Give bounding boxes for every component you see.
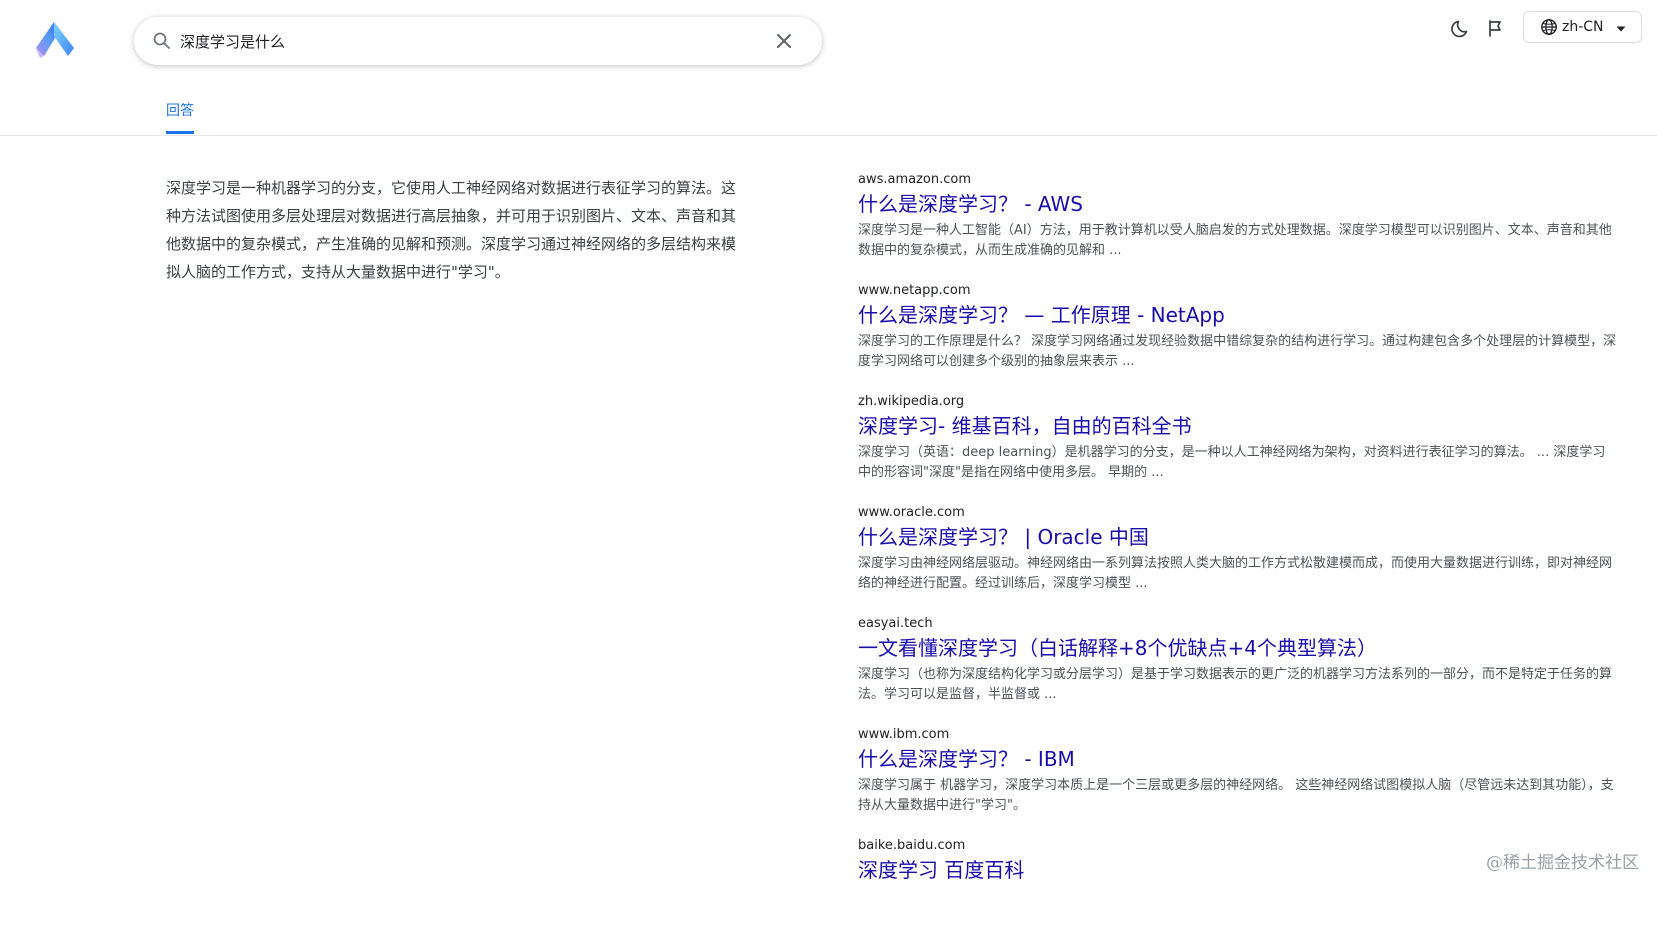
result-title-link[interactable]: 什么是深度学习？ — 工作原理 - NetApp bbox=[858, 302, 1618, 328]
search-box bbox=[134, 17, 822, 65]
results-list: aws.amazon.com 什么是深度学习？ - AWS 深度学习是一种人工智… bbox=[858, 172, 1618, 949]
result-snippet: 深度学习是一种人工智能（AI）方法，用于教计算机以受人脑启发的方式处理数据。深度… bbox=[858, 221, 1618, 261]
answer-text: 深度学习是一种机器学习的分支，它使用人工神经网络对数据进行表征学习的算法。这种方… bbox=[166, 174, 742, 286]
tab-answer[interactable]: 回答 bbox=[166, 100, 194, 120]
watermark: @稀土掘金技术社区 bbox=[1486, 848, 1639, 873]
result-domain: www.oracle.com bbox=[858, 505, 1618, 521]
result-domain: easyai.tech bbox=[858, 616, 1618, 632]
result-title-link[interactable]: 什么是深度学习？ - IBM bbox=[858, 746, 1618, 772]
result-item: easyai.tech 一文看懂深度学习（白话解释+8个优缺点+4个典型算法） … bbox=[858, 616, 1618, 727]
result-item: aws.amazon.com 什么是深度学习？ - AWS 深度学习是一种人工智… bbox=[858, 172, 1618, 283]
result-snippet: 深度学习（也称为深度结构化学习或分层学习）是基于学习数据表示的更广泛的机器学习方… bbox=[858, 665, 1618, 705]
result-item: www.ibm.com 什么是深度学习？ - IBM 深度学习属于 机器学习，深… bbox=[858, 727, 1618, 838]
result-snippet: 深度学习属于 机器学习，深度学习本质上是一个三层或更多层的神经网络。 这些神经网… bbox=[858, 776, 1618, 816]
search-icon bbox=[152, 31, 172, 51]
result-domain: www.netapp.com bbox=[858, 283, 1618, 299]
result-snippet: 深度学习的工作原理是什么？ 深度学习网络通过发现经验数据中错综复杂的结构进行学习… bbox=[858, 332, 1618, 372]
search-input[interactable] bbox=[180, 17, 740, 65]
close-icon[interactable] bbox=[772, 29, 796, 53]
result-title-link[interactable]: 什么是深度学习？ - AWS bbox=[858, 191, 1618, 217]
result-item: www.oracle.com 什么是深度学习？ | Oracle 中国 深度学习… bbox=[858, 505, 1618, 616]
flag-icon[interactable] bbox=[1484, 17, 1506, 39]
language-label: zh-CN bbox=[1562, 18, 1604, 36]
globe-icon bbox=[1540, 18, 1558, 36]
result-snippet: 深度学习（英语：deep learning）是机器学习的分支，是一种以人工神经网… bbox=[858, 443, 1618, 483]
result-domain: www.ibm.com bbox=[858, 727, 1618, 743]
result-title-link[interactable]: 一文看懂深度学习（白话解释+8个优缺点+4个典型算法） bbox=[858, 635, 1618, 661]
result-item: zh.wikipedia.org 深度学习- 维基百科，自由的百科全书 深度学习… bbox=[858, 394, 1618, 505]
tab-active-indicator bbox=[166, 131, 194, 134]
moon-icon[interactable] bbox=[1451, 17, 1473, 39]
caret-down-icon bbox=[1614, 21, 1628, 35]
header: zh-CN 回答 bbox=[0, 0, 1657, 136]
result-domain: aws.amazon.com bbox=[858, 172, 1618, 188]
result-item: www.netapp.com 什么是深度学习？ — 工作原理 - NetApp … bbox=[858, 283, 1618, 394]
result-title-link[interactable]: 深度学习- 维基百科，自由的百科全书 bbox=[858, 413, 1618, 439]
result-title-link[interactable]: 什么是深度学习？ | Oracle 中国 bbox=[858, 524, 1618, 550]
logo-icon[interactable] bbox=[32, 18, 78, 64]
language-select[interactable]: zh-CN bbox=[1523, 11, 1642, 43]
result-domain: zh.wikipedia.org bbox=[858, 394, 1618, 410]
result-snippet: 深度学习由神经网络层驱动。神经网络由一系列算法按照人类大脑的工作方式松散建模而成… bbox=[858, 554, 1618, 594]
